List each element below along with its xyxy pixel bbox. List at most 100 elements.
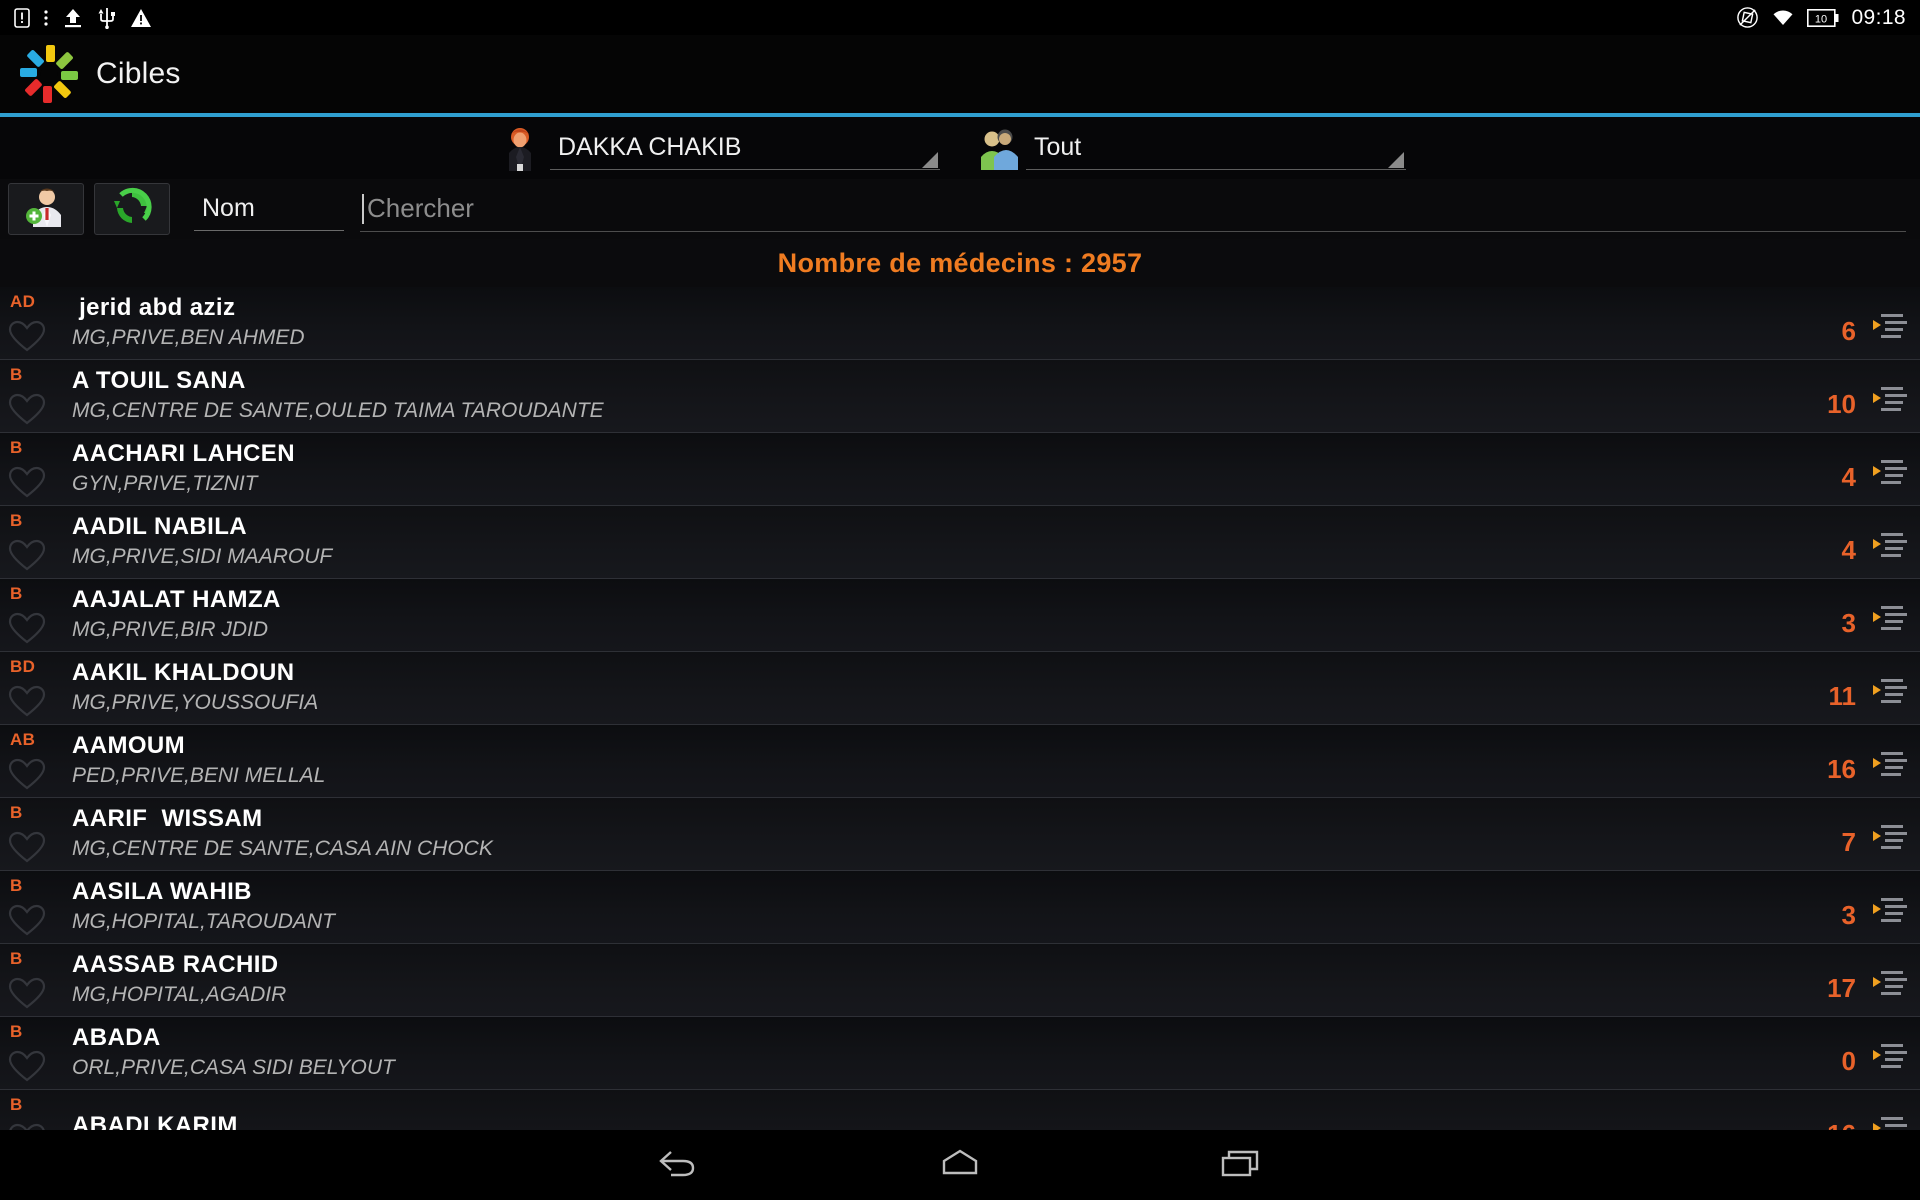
details-list-icon [1871, 750, 1911, 785]
status-badge: BD [10, 657, 36, 676]
group-filter-group[interactable]: Tout [976, 126, 1406, 170]
row-lead: B [0, 1090, 60, 1130]
details-button[interactable] [1862, 433, 1920, 505]
table-row[interactable]: B ABADI KARIM 16 [0, 1090, 1920, 1130]
sort-field-spinner[interactable]: Nom [194, 187, 344, 231]
heart-outline-icon[interactable] [8, 538, 46, 577]
details-button[interactable] [1862, 1090, 1920, 1130]
visit-count-value: 6 [1841, 316, 1856, 346]
status-badge: B [10, 1022, 23, 1041]
doctor-name: ABADI KARIM [72, 1112, 238, 1130]
visit-count: 10 [1752, 360, 1862, 432]
table-row[interactable]: B ABADA ORL,PRIVE,CASA SIDI BELYOUT 0 [0, 1017, 1920, 1090]
row-content: AAMOUM PED,PRIVE,BENI MELLAL [60, 725, 1752, 797]
row-lead: B [0, 944, 60, 1016]
visit-count-value: 3 [1841, 608, 1856, 638]
sim-card-alert-icon [14, 7, 30, 28]
table-row[interactable]: AD jerid abd aziz MG,PRIVE,BEN AHMED 6 [0, 287, 1920, 360]
table-row[interactable]: B A TOUIL SANA MG,CENTRE DE SANTE,OULED TA… [0, 360, 1920, 433]
visit-count: 7 [1752, 798, 1862, 870]
doctor-details: MG,PRIVE,BEN AHMED [72, 326, 305, 349]
row-lead: AD [0, 287, 60, 359]
status-badge: AB [10, 730, 36, 749]
visit-count: 4 [1752, 506, 1862, 578]
add-doctor-button[interactable] [8, 183, 84, 235]
visit-count-value: 16 [1827, 1119, 1856, 1130]
heart-outline-icon[interactable] [8, 684, 46, 723]
app-header: Cibles [0, 35, 1920, 113]
doctor-details: MG,HOPITAL,TAROUDANT [72, 910, 335, 933]
details-button[interactable] [1862, 287, 1920, 359]
visit-count-value: 0 [1841, 1046, 1856, 1076]
heart-outline-icon[interactable] [8, 757, 46, 796]
row-lead: B [0, 579, 60, 651]
more-vert-icon [43, 8, 49, 28]
table-row[interactable]: B AACHARI LAHCEN GYN,PRIVE,TIZNIT 4 [0, 433, 1920, 506]
details-button[interactable] [1862, 798, 1920, 870]
search-input[interactable]: Chercher [360, 186, 1906, 232]
visit-count: 16 [1752, 1090, 1862, 1130]
details-button[interactable] [1862, 360, 1920, 432]
details-button[interactable] [1862, 579, 1920, 651]
heart-outline-icon[interactable] [8, 1049, 46, 1088]
row-content: ABADI KARIM [60, 1090, 1752, 1130]
details-button[interactable] [1862, 652, 1920, 724]
summary-bar: Nombre de médecins : 2957 [0, 239, 1920, 287]
details-button[interactable] [1862, 506, 1920, 578]
row-content: AAJALAT HAMZA MG,PRIVE,BIR JDID [60, 579, 1752, 651]
status-bar: 10 09:18 [0, 0, 1920, 35]
home-button[interactable] [915, 1137, 1005, 1193]
refresh-button[interactable] [94, 183, 170, 235]
heart-outline-icon[interactable] [8, 611, 46, 650]
details-list-icon [1871, 458, 1911, 493]
doctor-name: ABADA [72, 1024, 161, 1051]
row-content: AACHARI LAHCEN GYN,PRIVE,TIZNIT [60, 433, 1752, 505]
clock-time: 09:18 [1851, 5, 1906, 29]
row-lead: B [0, 506, 60, 578]
back-icon [657, 1146, 703, 1185]
row-content: AADIL NABILA MG,PRIVE,SIDI MAAROUF [60, 506, 1752, 578]
details-button[interactable] [1862, 1017, 1920, 1089]
details-button[interactable] [1862, 871, 1920, 943]
table-row[interactable]: B AASSAB RACHID MG,HOPITAL,AGADIR 17 [0, 944, 1920, 1017]
table-row[interactable]: B AARIF WISSAM MG,CENTRE DE SANTE,CASA AIN… [0, 798, 1920, 871]
details-list-icon [1871, 604, 1911, 639]
table-row[interactable]: B AASILA WAHIB MG,HOPITAL,TAROUDANT 3 [0, 871, 1920, 944]
heart-outline-icon[interactable] [8, 465, 46, 504]
visit-count: 17 [1752, 944, 1862, 1016]
doctor-list[interactable]: AD jerid abd aziz MG,PRIVE,BEN AHMED 6 B A T… [0, 287, 1920, 1130]
heart-outline-icon[interactable] [8, 392, 46, 431]
doctor-count-label: Nombre de médecins : 2957 [777, 247, 1143, 278]
heart-outline-icon[interactable] [8, 830, 46, 869]
table-row[interactable]: B AAJALAT HAMZA MG,PRIVE,BIR JDID 3 [0, 579, 1920, 652]
recents-icon [1218, 1146, 1262, 1185]
android-navigation-bar [0, 1130, 1920, 1200]
rotation-lock-icon [1736, 6, 1759, 29]
group-filter-spinner[interactable]: Tout [1026, 126, 1406, 170]
doctor-name: AACHARI LAHCEN [72, 440, 295, 467]
home-icon [938, 1146, 982, 1185]
details-button[interactable] [1862, 944, 1920, 1016]
recents-button[interactable] [1195, 1137, 1285, 1193]
search-placeholder: Chercher [367, 193, 474, 223]
doctor-name: A TOUIL SANA [72, 367, 246, 394]
heart-outline-icon[interactable] [8, 319, 46, 358]
status-badge: B [10, 803, 23, 822]
visit-count: 3 [1752, 579, 1862, 651]
doctor-name: AAMOUM [72, 732, 186, 759]
doctor-filter-group[interactable]: DAKKA CHAKIB [500, 126, 940, 171]
table-row[interactable]: B AADIL NABILA MG,PRIVE,SIDI MAAROUF 4 [0, 506, 1920, 579]
table-row[interactable]: AB AAMOUM PED,PRIVE,BENI MELLAL 16 [0, 725, 1920, 798]
table-row[interactable]: BD AAKIL KHALDOUN MG,PRIVE,YOUSSOUFIA 11 [0, 652, 1920, 725]
heart-outline-icon[interactable] [8, 1122, 46, 1130]
heart-outline-icon[interactable] [8, 976, 46, 1015]
spinner-caret-icon [1388, 152, 1404, 168]
doctor-filter-spinner[interactable]: DAKKA CHAKIB [550, 126, 940, 170]
visit-count-value: 17 [1827, 973, 1856, 1003]
visit-count: 6 [1752, 287, 1862, 359]
visit-count: 0 [1752, 1017, 1862, 1089]
heart-outline-icon[interactable] [8, 903, 46, 942]
details-button[interactable] [1862, 725, 1920, 797]
back-button[interactable] [635, 1137, 725, 1193]
upload-icon [62, 7, 84, 29]
